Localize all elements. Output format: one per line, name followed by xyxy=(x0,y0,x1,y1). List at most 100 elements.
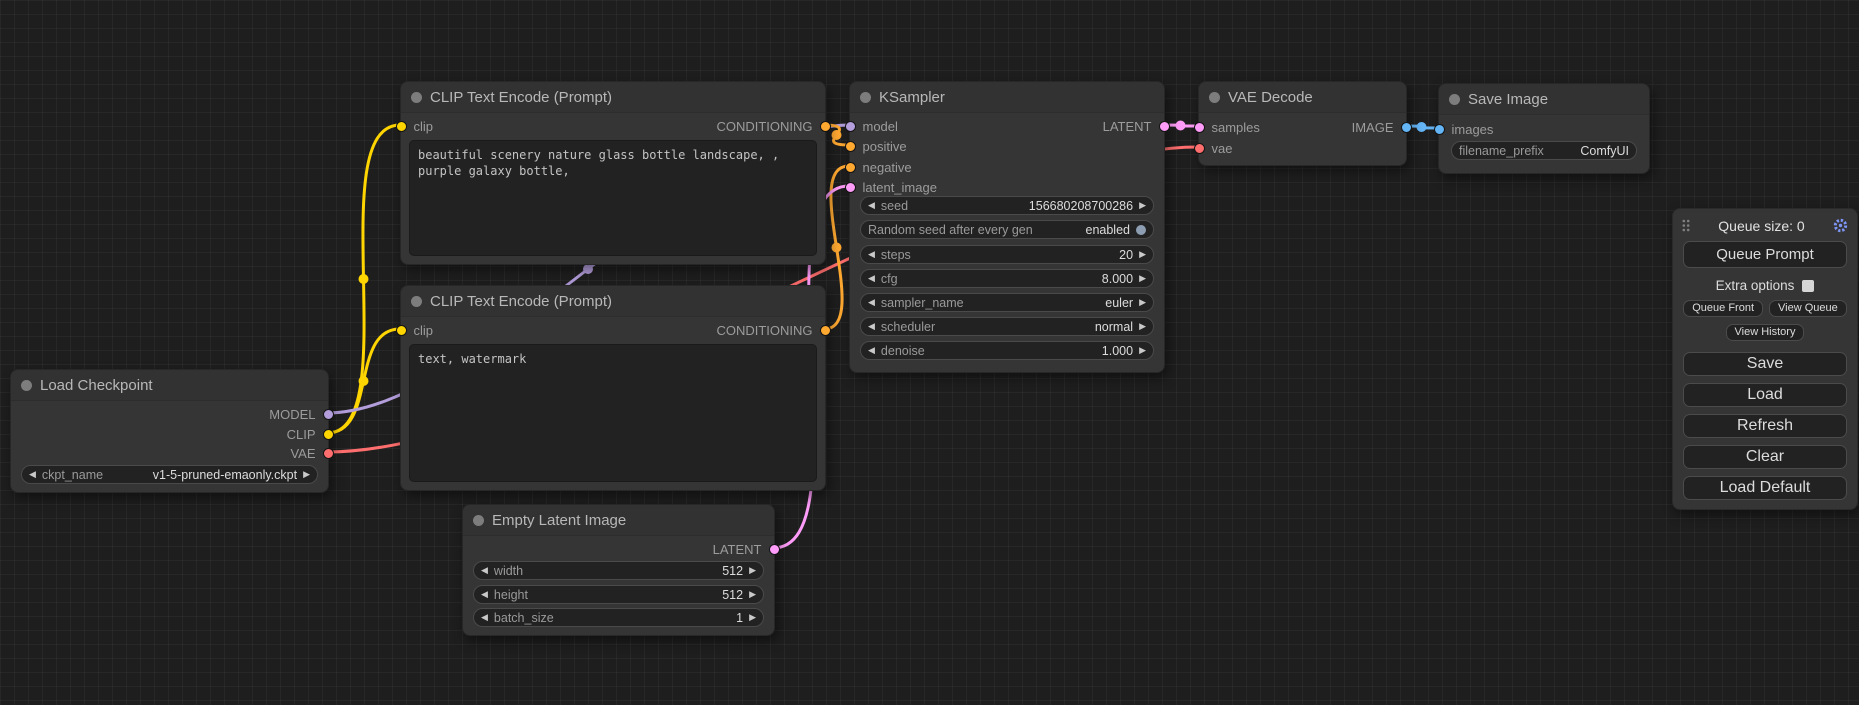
widget-filename-prefix[interactable]: filename_prefix ComfyUI xyxy=(1451,141,1637,160)
latent-output-port[interactable] xyxy=(769,544,780,555)
positive-prompt-textarea[interactable]: beautiful scenery nature glass bottle la… xyxy=(409,140,817,256)
node-clip-text-encode-positive[interactable]: CLIP Text Encode (Prompt) clip CONDITION… xyxy=(400,81,826,265)
model-output-port[interactable] xyxy=(323,409,334,420)
collapse-dot-icon[interactable] xyxy=(411,92,422,103)
toggle-enabled-icon[interactable] xyxy=(1136,225,1146,235)
conditioning-output-port[interactable] xyxy=(820,325,831,336)
node-titlebar[interactable]: VAE Decode xyxy=(1199,82,1406,113)
slot-latent-output[interactable]: LATENT xyxy=(713,539,780,559)
collapse-dot-icon[interactable] xyxy=(411,296,422,307)
node-titlebar[interactable]: CLIP Text Encode (Prompt) xyxy=(401,82,825,113)
slot-model-output[interactable]: MODEL xyxy=(269,404,333,424)
decrement-arrow-icon[interactable]: ◀ xyxy=(481,585,488,604)
widget-height[interactable]: ◀ height 512 ▶ xyxy=(473,585,764,604)
slot-clip-input[interactable]: clip xyxy=(396,116,434,136)
clear-button[interactable]: Clear xyxy=(1683,445,1847,469)
vae-output-port[interactable] xyxy=(323,448,334,459)
slot-model-input[interactable]: model xyxy=(845,116,898,136)
decrement-arrow-icon[interactable]: ◀ xyxy=(868,341,875,360)
slot-conditioning-output[interactable]: CONDITIONING xyxy=(716,320,830,340)
settings-gear-icon[interactable] xyxy=(1832,217,1849,234)
clip-input-port[interactable] xyxy=(396,121,407,132)
slot-samples-input[interactable]: samples xyxy=(1194,117,1260,137)
extra-options-checkbox[interactable] xyxy=(1802,280,1814,292)
slot-clip-input[interactable]: clip xyxy=(396,320,434,340)
slot-negative-input[interactable]: negative xyxy=(845,157,912,177)
increment-arrow-icon[interactable]: ▶ xyxy=(749,561,756,580)
widget-seed[interactable]: ◀ seed 156680208700286 ▶ xyxy=(860,196,1154,215)
decrement-arrow-icon[interactable]: ◀ xyxy=(868,245,875,264)
clip-input-port[interactable] xyxy=(396,325,407,336)
collapse-dot-icon[interactable] xyxy=(860,92,871,103)
refresh-button[interactable]: Refresh xyxy=(1683,414,1847,438)
vae-input-port[interactable] xyxy=(1194,143,1205,154)
node-titlebar[interactable]: Save Image xyxy=(1439,84,1649,115)
slot-clip-output[interactable]: CLIP xyxy=(287,424,334,444)
node-vae-decode[interactable]: VAE Decode samples vae IMAGE xyxy=(1198,81,1407,166)
increment-arrow-icon[interactable]: ▶ xyxy=(749,608,756,627)
node-clip-text-encode-negative[interactable]: CLIP Text Encode (Prompt) clip CONDITION… xyxy=(400,285,826,491)
latent-output-port[interactable] xyxy=(1159,121,1170,132)
widget-denoise[interactable]: ◀ denoise 1.000 ▶ xyxy=(860,341,1154,360)
load-button[interactable]: Load xyxy=(1683,383,1847,407)
load-default-button[interactable]: Load Default xyxy=(1683,476,1847,500)
decrement-arrow-icon[interactable]: ◀ xyxy=(868,269,875,288)
images-input-port[interactable] xyxy=(1434,124,1445,135)
widget-width[interactable]: ◀ width 512 ▶ xyxy=(473,561,764,580)
node-empty-latent-image[interactable]: Empty Latent Image LATENT ◀ width 512 ▶ … xyxy=(462,504,775,636)
positive-conditioning-input-port[interactable] xyxy=(845,141,856,152)
queue-front-button[interactable]: Queue Front xyxy=(1683,300,1763,317)
node-load-checkpoint[interactable]: Load Checkpoint MODEL CLIP VAE ◀ ckpt_na… xyxy=(10,369,329,493)
view-queue-button[interactable]: View Queue xyxy=(1769,300,1847,317)
slot-latent-output[interactable]: LATENT xyxy=(1103,116,1170,136)
widget-scheduler[interactable]: ◀ scheduler normal ▶ xyxy=(860,317,1154,336)
node-ksampler[interactable]: KSampler model positive negative latent_… xyxy=(849,81,1165,373)
increment-arrow-icon[interactable]: ▶ xyxy=(303,465,310,484)
decrement-arrow-icon[interactable]: ◀ xyxy=(481,608,488,627)
slot-positive-input[interactable]: positive xyxy=(845,136,907,156)
slot-vae-output[interactable]: VAE xyxy=(290,443,333,463)
queue-prompt-button[interactable]: Queue Prompt xyxy=(1683,241,1847,268)
slot-image-output[interactable]: IMAGE xyxy=(1352,117,1412,137)
increment-arrow-icon[interactable]: ▶ xyxy=(749,585,756,604)
view-history-button[interactable]: View History xyxy=(1726,324,1805,341)
increment-arrow-icon[interactable]: ▶ xyxy=(1139,317,1146,336)
samples-input-port[interactable] xyxy=(1194,122,1205,133)
increment-arrow-icon[interactable]: ▶ xyxy=(1139,245,1146,264)
drag-handle-icon[interactable] xyxy=(1681,218,1691,233)
decrement-arrow-icon[interactable]: ◀ xyxy=(868,293,875,312)
save-button[interactable]: Save xyxy=(1683,352,1847,376)
conditioning-output-port[interactable] xyxy=(820,121,831,132)
slot-vae-input[interactable]: vae xyxy=(1194,138,1233,158)
increment-arrow-icon[interactable]: ▶ xyxy=(1139,269,1146,288)
increment-arrow-icon[interactable]: ▶ xyxy=(1139,293,1146,312)
node-titlebar[interactable]: Empty Latent Image xyxy=(463,505,774,536)
clip-output-port[interactable] xyxy=(323,429,334,440)
decrement-arrow-icon[interactable]: ◀ xyxy=(481,561,488,580)
collapse-dot-icon[interactable] xyxy=(21,380,32,391)
decrement-arrow-icon[interactable]: ◀ xyxy=(868,317,875,336)
decrement-arrow-icon[interactable]: ◀ xyxy=(29,465,36,484)
decrement-arrow-icon[interactable]: ◀ xyxy=(868,196,875,215)
latent-image-input-port[interactable] xyxy=(845,182,856,193)
node-save-image[interactable]: Save Image images filename_prefix ComfyU… xyxy=(1438,83,1650,174)
negative-prompt-textarea[interactable]: text, watermark xyxy=(409,344,817,482)
node-titlebar[interactable]: CLIP Text Encode (Prompt) xyxy=(401,286,825,317)
image-output-port[interactable] xyxy=(1401,122,1412,133)
slot-images-input[interactable]: images xyxy=(1434,119,1494,139)
node-graph-canvas[interactable]: Load Checkpoint MODEL CLIP VAE ◀ ckpt_na… xyxy=(0,0,1859,705)
node-titlebar[interactable]: KSampler xyxy=(850,82,1164,113)
widget-cfg[interactable]: ◀ cfg 8.000 ▶ xyxy=(860,269,1154,288)
widget-ckpt-name[interactable]: ◀ ckpt_name v1-5-pruned-emaonly.ckpt ▶ xyxy=(21,465,318,484)
widget-steps[interactable]: ◀ steps 20 ▶ xyxy=(860,245,1154,264)
collapse-dot-icon[interactable] xyxy=(1449,94,1460,105)
node-titlebar[interactable]: Load Checkpoint xyxy=(11,370,328,401)
slot-latent-image-input[interactable]: latent_image xyxy=(845,177,937,197)
collapse-dot-icon[interactable] xyxy=(1209,92,1220,103)
slot-conditioning-output[interactable]: CONDITIONING xyxy=(716,116,830,136)
negative-conditioning-input-port[interactable] xyxy=(845,162,856,173)
widget-sampler-name[interactable]: ◀ sampler_name euler ▶ xyxy=(860,293,1154,312)
increment-arrow-icon[interactable]: ▶ xyxy=(1139,341,1146,360)
collapse-dot-icon[interactable] xyxy=(473,515,484,526)
increment-arrow-icon[interactable]: ▶ xyxy=(1139,196,1146,215)
